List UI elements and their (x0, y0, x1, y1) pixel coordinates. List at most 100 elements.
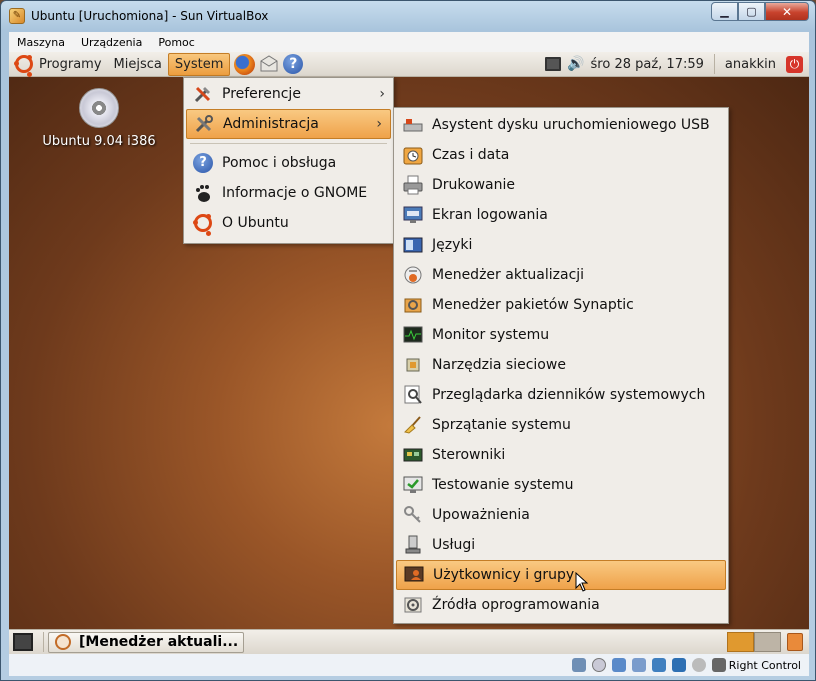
hard-disk-icon[interactable] (571, 658, 586, 672)
ubuntu-icon (192, 212, 214, 234)
applications-menu[interactable]: Programy (9, 53, 108, 76)
drivers-icon (402, 444, 424, 466)
chevron-right-icon: › (376, 116, 382, 132)
admin-item-label: Źródła oprogramowania (432, 597, 600, 613)
system-menu-button[interactable]: System (167, 52, 231, 76)
keys-icon (402, 504, 424, 526)
taskbar-button[interactable]: [Menedżer aktuali... (48, 631, 244, 653)
window-title: Ubuntu [Uruchomiona] - Sun VirtualBox (31, 9, 269, 23)
menu-urzadzenia[interactable]: Urządzenia (73, 36, 150, 49)
admin-item-drukowanie[interactable]: Drukowanie (394, 170, 728, 200)
admin-item-czas[interactable]: Czas i data (394, 140, 728, 170)
admin-item-sprzatanie[interactable]: Sprzątanie systemu (394, 410, 728, 440)
trash-icon[interactable] (787, 633, 803, 651)
separator (713, 54, 715, 74)
admin-item-label: Drukowanie (432, 177, 515, 193)
admin-item-sterowniki[interactable]: Sterowniki (394, 440, 728, 470)
separator (43, 632, 44, 652)
admin-item-label: Usługi (432, 537, 476, 553)
network-adapter-icon[interactable] (611, 658, 626, 672)
mouse-cursor-icon (575, 572, 589, 592)
volume-icon[interactable]: 🔊 (567, 56, 584, 72)
admin-item-uzytkownicy[interactable]: Użytkownicy i grupy (396, 560, 726, 590)
clock[interactable]: śro 28 paź, 17:59 (591, 57, 704, 72)
admin-item-label: Menedżer pakietów Synaptic (432, 297, 634, 313)
software-sources-icon (402, 594, 424, 616)
admin-item-jezyki[interactable]: Języki (394, 230, 728, 260)
update-manager-icon (55, 634, 71, 650)
synaptic-icon (402, 294, 424, 316)
admin-item-label: Użytkownicy i grupy (433, 567, 575, 583)
virtualbox-app-icon: ✎ (9, 8, 25, 24)
guest-screen: Programy Miejsca System ? 🔊 śro 28 paź, … (9, 52, 809, 654)
admin-item-label: Przeglądarka dzienników systemowych (432, 387, 706, 403)
admin-item-usb[interactable]: Asystent dysku uruchomieniowego USB (394, 110, 728, 140)
minimize-button[interactable]: ▁ (711, 2, 738, 21)
host-key-icon (711, 658, 726, 672)
admin-item-label: Języki (432, 237, 473, 253)
taskbar-label: [Menedżer aktuali... (79, 634, 239, 650)
admin-item-monitor[interactable]: Monitor systemu (394, 320, 728, 350)
show-desktop-icon[interactable] (13, 633, 33, 651)
close-button[interactable]: ✕ (765, 2, 809, 21)
admin-item-label: Monitor systemu (432, 327, 550, 343)
network-tools-icon (402, 354, 424, 376)
places-label: Miejsca (113, 56, 162, 72)
admin-item-zrodla[interactable]: Źródła oprogramowania (394, 590, 728, 620)
title-bar[interactable]: ✎ Ubuntu [Uruchomiona] - Sun VirtualBox … (1, 1, 815, 31)
gnome-foot-icon (192, 182, 214, 204)
language-icon (402, 234, 424, 256)
admin-item-aktualizacje[interactable]: Menedżer aktualizacji (394, 260, 728, 290)
virtualbox-window: ✎ Ubuntu [Uruchomiona] - Sun VirtualBox … (0, 0, 816, 681)
menu-item-o-ubuntu[interactable]: O Ubuntu (184, 208, 393, 238)
menu-pomoc[interactable]: Pomoc (150, 36, 202, 49)
maximize-button[interactable]: ▢ (738, 2, 765, 21)
menu-item-label: Administracja (223, 116, 319, 132)
display-icon[interactable] (671, 658, 686, 672)
admin-item-synaptic[interactable]: Menedżer pakietów Synaptic (394, 290, 728, 320)
shared-folders-icon[interactable] (651, 658, 666, 672)
optical-drive-icon[interactable] (591, 658, 606, 672)
firefox-icon[interactable] (234, 53, 256, 75)
capture-icon[interactable] (691, 658, 706, 672)
admin-item-label: Narzędzia sieciowe (432, 357, 566, 373)
admin-item-upowaznienia[interactable]: Upoważnienia (394, 500, 728, 530)
admin-item-narzedzia[interactable]: Narzędzia sieciowe (394, 350, 728, 380)
places-menu[interactable]: Miejsca (108, 53, 168, 76)
menu-item-preferencje[interactable]: Preferencje › (184, 79, 393, 109)
power-icon[interactable]: ⏻ (786, 55, 803, 73)
mail-icon[interactable] (259, 55, 279, 73)
gnome-top-panel: Programy Miejsca System ? 🔊 śro 28 paź, … (9, 52, 809, 77)
admin-item-label: Upoważnienia (432, 507, 530, 523)
menu-item-administracja[interactable]: Administracja › (186, 109, 391, 139)
admin-item-label: Czas i data (432, 147, 510, 163)
menu-item-gnome-info[interactable]: Informacje o GNOME (184, 178, 393, 208)
system-label: System (174, 56, 224, 72)
desktop-cd-item[interactable]: Ubuntu 9.04 i386 (39, 88, 159, 149)
printer-icon (402, 174, 424, 196)
user-name[interactable]: anakkin (725, 57, 776, 72)
help-icon[interactable]: ? (283, 54, 304, 74)
system-dropdown: Preferencje › Administracja › ? Pomoc i … (183, 77, 394, 244)
admin-item-label: Sprzątanie systemu (432, 417, 571, 433)
menu-item-pomoc[interactable]: ? Pomoc i obsługa (184, 148, 393, 178)
system-monitor-icon (402, 324, 424, 346)
admin-item-label: Menedżer aktualizacji (432, 267, 585, 283)
network-icon[interactable] (545, 57, 562, 71)
admin-item-testowanie[interactable]: Testowanie systemu (394, 470, 728, 500)
admin-item-ekran-logowania[interactable]: Ekran logowania (394, 200, 728, 230)
applications-label: Programy (39, 56, 102, 72)
workspace-1[interactable] (727, 632, 754, 652)
update-manager-icon (402, 264, 424, 286)
menu-item-label: Pomoc i obsługa (222, 155, 337, 171)
usb-icon[interactable] (631, 658, 646, 672)
system-testing-icon (402, 474, 424, 496)
admin-item-dzienniki[interactable]: Przeglądarka dzienników systemowych (394, 380, 728, 410)
menu-maszyna[interactable]: Maszyna (9, 36, 73, 49)
admin-item-uslugi[interactable]: Usługi (394, 530, 728, 560)
menu-separator (190, 143, 387, 144)
host-key-label: Right Control (728, 658, 801, 672)
menu-item-label: O Ubuntu (222, 215, 289, 231)
workspace-2[interactable] (754, 632, 781, 652)
admin-item-label: Ekran logowania (432, 207, 548, 223)
